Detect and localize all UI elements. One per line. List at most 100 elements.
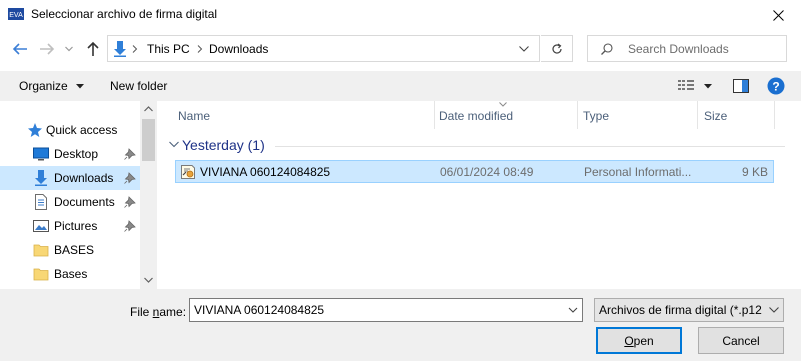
close-button[interactable] <box>755 0 801 30</box>
cancel-button[interactable]: Cancel <box>698 327 784 354</box>
forward-button[interactable] <box>36 38 58 60</box>
download-icon <box>35 170 47 186</box>
file-name-input[interactable]: VIVIANA 060124084825 <box>189 298 583 322</box>
refresh-button[interactable] <box>541 35 573 62</box>
file-name-label: File name: <box>130 305 186 319</box>
scrollbar-thumb[interactable] <box>142 119 155 161</box>
sidebar-item-desktop[interactable]: Desktop <box>0 142 140 166</box>
caret-down-icon <box>76 84 85 89</box>
caret-down-icon[interactable] <box>704 84 712 89</box>
sidebar-item-bases[interactable]: Bases <box>0 262 140 286</box>
certificate-file-icon <box>181 165 195 179</box>
file-type: Personal Informati... <box>584 165 692 179</box>
open-label-rest: pen <box>633 333 654 348</box>
arrow-up-icon <box>87 41 99 56</box>
close-icon <box>772 9 784 21</box>
pictures-icon <box>33 220 49 232</box>
desktop-icon <box>33 147 49 161</box>
help-icon[interactable]: ? <box>767 77 785 95</box>
address-bar[interactable]: This PC Downloads <box>107 35 540 62</box>
sidebar-item-quick-access[interactable]: Quick access <box>0 118 140 142</box>
sidebar-item-label: Downloads <box>54 171 114 185</box>
group-header[interactable]: Yesterday (1) <box>182 137 265 153</box>
organize-menu[interactable]: Organize <box>19 79 85 93</box>
window-title: Seleccionar archivo de firma digital <box>31 7 218 21</box>
open-button[interactable]: Open <box>596 327 682 354</box>
file-name: VIVIANA 060124084825 <box>200 165 331 179</box>
search-icon <box>601 43 613 55</box>
breadcrumb-this-pc[interactable]: This PC <box>147 42 190 56</box>
svg-text:?: ? <box>772 80 779 94</box>
column-header-date-modified[interactable]: Date modified <box>439 109 513 123</box>
folder-icon <box>33 268 49 281</box>
sidebar-item-pictures[interactable]: Pictures <box>0 214 140 238</box>
chevron-down-icon[interactable] <box>567 303 579 317</box>
chevron-down-icon[interactable] <box>519 46 529 52</box>
column-header-size[interactable]: Size <box>704 109 727 123</box>
sidebar-item-label: Bases <box>54 267 88 281</box>
open-button-label: Open <box>624 334 653 348</box>
column-divider[interactable] <box>434 101 435 129</box>
sidebar-item-bases-upper[interactable]: BASES <box>0 238 140 262</box>
sidebar-item-label: Documents <box>54 195 115 209</box>
collapse-group-icon[interactable] <box>169 141 179 148</box>
preview-pane-icon[interactable] <box>733 79 749 93</box>
sidebar-item-documents[interactable]: Documents <box>0 190 140 214</box>
scroll-down-icon[interactable] <box>144 277 153 283</box>
pin-icon <box>124 148 136 160</box>
chevron-right-icon <box>132 45 138 53</box>
group-divider <box>275 146 785 147</box>
scroll-up-icon[interactable] <box>144 106 153 112</box>
open-accel: O <box>624 333 634 348</box>
column-divider[interactable] <box>577 101 578 129</box>
star-icon <box>28 123 42 137</box>
pin-icon <box>124 220 136 232</box>
file-name-label-part: File <box>130 305 153 319</box>
file-size: 9 KB <box>741 165 768 179</box>
search-input[interactable]: Search Downloads <box>628 42 729 56</box>
sidebar-item-downloads[interactable]: Downloads <box>0 166 140 190</box>
pin-icon <box>124 172 136 184</box>
dialog-footer: File name: VIVIANA 060124084825 Archivos… <box>0 289 801 361</box>
column-divider[interactable] <box>774 101 775 129</box>
sidebar-item-label: Pictures <box>54 219 98 233</box>
up-button[interactable] <box>82 38 104 60</box>
view-options-icon[interactable] <box>678 79 694 93</box>
documents-icon <box>35 194 47 210</box>
file-type-select[interactable]: Archivos de firma digital (*.p12 <box>594 298 784 322</box>
pin-icon <box>124 196 136 208</box>
arrow-left-icon <box>12 43 27 55</box>
table-row[interactable]: VIVIANA 060124084825 06/01/2024 08:49 Pe… <box>175 160 774 183</box>
refresh-icon <box>551 43 562 54</box>
column-header-type[interactable]: Type <box>583 109 609 123</box>
download-icon <box>114 41 126 57</box>
column-header-name[interactable]: Name <box>178 109 210 123</box>
file-name-label-part: ame: <box>159 305 187 319</box>
command-bar: Organize New folder ? <box>0 71 801 101</box>
title-bar: EVA Seleccionar archivo de firma digital <box>0 0 801 30</box>
arrow-right-icon <box>40 43 55 55</box>
chevron-down-icon <box>769 307 779 313</box>
app-logo-icon: EVA <box>8 8 24 20</box>
file-name-value: VIVIANA 060124084825 <box>194 303 325 317</box>
sort-indicator-icon <box>499 102 507 107</box>
breadcrumb-downloads[interactable]: Downloads <box>209 42 268 56</box>
back-button[interactable] <box>9 38 31 60</box>
navigation-pane: Quick access Desktop Downloads Documents… <box>0 101 157 289</box>
sidebar-item-label: Desktop <box>54 147 99 161</box>
chevron-down-icon <box>65 46 73 52</box>
svg-text:EVA: EVA <box>9 12 23 19</box>
file-type-value: Archivos de firma digital (*.p12 <box>599 303 762 317</box>
folder-icon <box>33 244 49 257</box>
new-folder-button[interactable]: New folder <box>110 79 167 93</box>
recent-locations-button[interactable] <box>62 38 76 60</box>
sidebar-item-label: Quick access <box>46 123 118 137</box>
organize-label: Organize <box>19 79 68 93</box>
file-date-modified: 06/01/2024 08:49 <box>440 165 534 179</box>
chevron-right-icon <box>197 45 203 53</box>
column-divider[interactable] <box>697 101 698 129</box>
sidebar-item-label: BASES <box>54 243 95 257</box>
search-box[interactable]: Search Downloads <box>587 35 787 62</box>
file-list: Name Date modified Type Size <box>160 101 801 289</box>
navigation-scrollbar[interactable] <box>140 101 157 289</box>
